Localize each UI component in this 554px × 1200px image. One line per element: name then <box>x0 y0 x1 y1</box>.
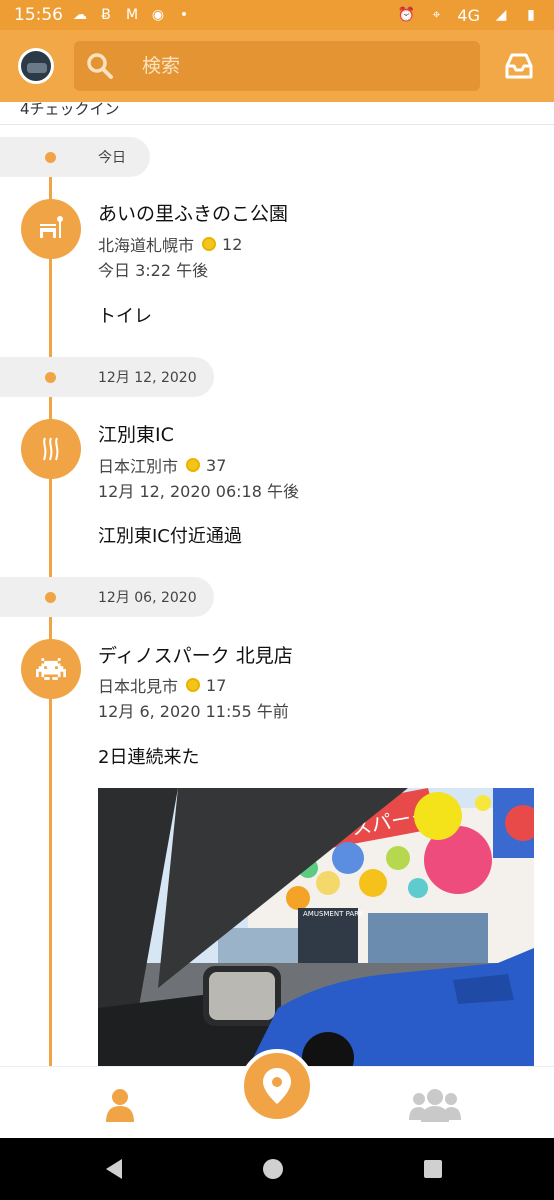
checkin-note: トイレ <box>98 306 152 327</box>
checkin-note: 江別東IC付近通過 <box>98 526 242 547</box>
venue-meta: 日本北見市 17 <box>98 673 226 697</box>
back-icon[interactable] <box>104 1159 124 1179</box>
timeline-dot <box>45 372 56 383</box>
cloud-icon: ☁ <box>73 7 87 23</box>
inbox-button[interactable] <box>502 49 536 83</box>
bottom-nav <box>0 1049 554 1138</box>
avatar[interactable] <box>18 48 54 84</box>
alarm-icon: ⏰ <box>397 7 416 23</box>
venue-location: 北海道札幌市 <box>98 236 195 255</box>
venue-location: 日本江別市 <box>98 457 179 476</box>
venue-name[interactable]: あいの里ふきのこ公園 <box>98 199 288 226</box>
photo-sign-text: AMUSMENT PARK <box>303 910 364 918</box>
dot-icon: • <box>179 7 189 23</box>
venue-meta: 北海道札幌市 12 <box>98 232 242 256</box>
line-icon: ◉ <box>151 7 165 23</box>
coin-count: 17 <box>206 675 227 695</box>
checkin-note: 2日連続来た <box>98 747 200 768</box>
b-icon: Ƀ <box>101 7 111 23</box>
bench-icon <box>40 216 63 238</box>
signal-icon: ◢ <box>495 7 507 23</box>
coin-icon <box>186 458 201 472</box>
road-icon <box>43 437 59 461</box>
venue-category-button[interactable] <box>21 419 81 479</box>
checkin-time: 12月 6, 2020 11:55 午前 <box>98 702 289 721</box>
checkin-button[interactable] <box>240 1049 314 1123</box>
system-nav-bar <box>0 1138 554 1200</box>
nav-profile-button[interactable] <box>100 1085 140 1125</box>
search-input[interactable] <box>142 55 442 77</box>
coin-count: 37 <box>206 455 227 475</box>
network-type: 4G <box>457 5 480 25</box>
checkin-photo[interactable]: ディノスパーク AMUSMENT PARK <box>98 788 534 1068</box>
inbox-icon <box>505 53 533 79</box>
venue-meta: 日本江別市 37 <box>98 453 226 477</box>
venue-name[interactable]: ディノスパーク 北見店 <box>98 641 293 668</box>
venue-location: 日本北見市 <box>98 677 179 696</box>
checkin-time: 今日 3:22 午後 <box>98 261 209 280</box>
location-icon: ⌖ <box>432 7 441 23</box>
status-time: 15:56 <box>14 5 63 25</box>
checkin-time: 12月 12, 2020 06:18 午後 <box>98 482 299 501</box>
home-icon[interactable] <box>263 1159 283 1179</box>
gmail-icon: M <box>125 7 139 23</box>
date-header: 今日 <box>0 137 150 177</box>
venue-category-button[interactable] <box>21 639 81 699</box>
space-invader-icon <box>36 658 66 680</box>
date-header: 12月 12, 2020 <box>0 357 214 397</box>
date-header: 12月 06, 2020 <box>0 577 214 617</box>
venue-name[interactable]: 江別東IC <box>98 420 174 447</box>
timeline-dot <box>45 152 56 163</box>
search-icon <box>87 53 113 79</box>
divider <box>0 124 554 125</box>
location-pin-icon <box>263 1068 291 1104</box>
status-bar: 15:56 ☁ Ƀ M ◉ • ⏰ ⌖ 4G ◢ ▮ <box>0 0 554 30</box>
timeline-dot <box>45 592 56 603</box>
app-bar <box>0 30 554 102</box>
search-box[interactable] <box>74 41 480 91</box>
recents-icon[interactable] <box>424 1160 442 1178</box>
coin-count: 12 <box>222 234 243 254</box>
checkin-count: 4チェックイン <box>20 100 120 118</box>
coin-icon <box>202 237 217 251</box>
friends-icon <box>409 1089 461 1122</box>
person-icon <box>106 1089 134 1122</box>
venue-category-button[interactable] <box>21 199 81 259</box>
battery-icon: ▮ <box>527 7 535 23</box>
coin-icon <box>186 678 201 692</box>
nav-friends-button[interactable] <box>408 1085 462 1125</box>
